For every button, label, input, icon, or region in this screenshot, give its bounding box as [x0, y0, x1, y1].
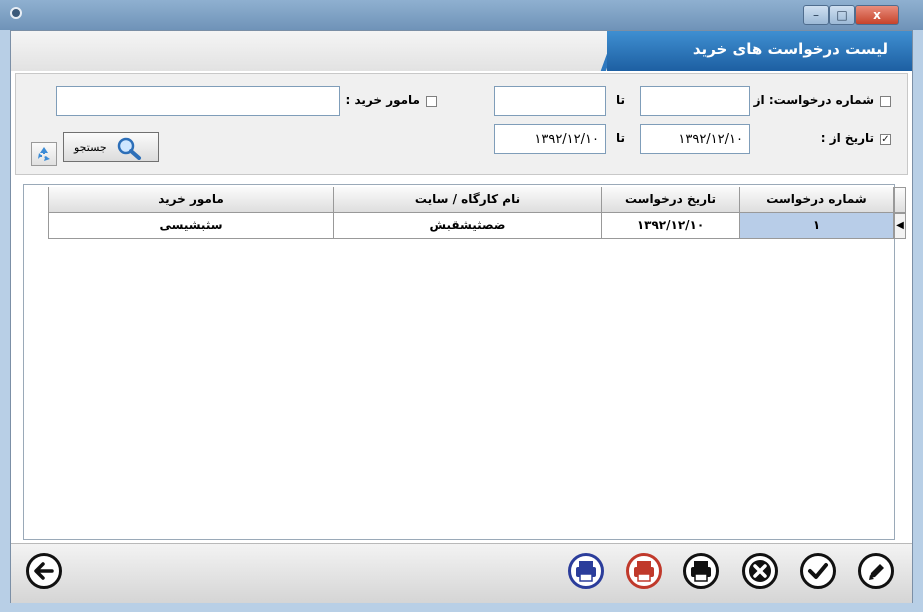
- request-to-label: تا: [616, 93, 626, 107]
- print-icon[interactable]: [682, 552, 720, 590]
- request-number-to-input[interactable]: [494, 86, 606, 116]
- requests-table[interactable]: مامور خرید نام کارگاه / سایت تاریخ درخوا…: [23, 184, 906, 540]
- print-red-icon[interactable]: [625, 552, 663, 590]
- buyer-checkbox[interactable]: [426, 96, 437, 107]
- cancel-icon[interactable]: [741, 552, 779, 590]
- table-row[interactable]: سثبشیسی ضصثیشقبش ۱۳۹۲/۱۲/۱۰ ۱: [48, 213, 894, 239]
- column-header-site[interactable]: نام کارگاه / سایت: [334, 187, 602, 213]
- search-button[interactable]: جستجو: [63, 132, 159, 162]
- header-band: لیست درخواست های خرید: [11, 31, 912, 71]
- confirm-icon[interactable]: [799, 552, 837, 590]
- application-window: – □ x لیست درخواست های خرید شماره درخواس…: [0, 0, 923, 612]
- title-bar[interactable]: – □ x: [0, 0, 923, 30]
- date-from-input[interactable]: [640, 124, 750, 154]
- page-title: لیست درخواست های خرید: [692, 40, 888, 58]
- bottom-toolbar: [11, 543, 912, 603]
- header-title-box: لیست درخواست های خرید: [607, 31, 912, 71]
- reset-button[interactable]: [31, 142, 57, 166]
- buyer-input[interactable]: [56, 86, 340, 116]
- edit-icon[interactable]: [857, 552, 895, 590]
- row-selector[interactable]: ◀: [894, 213, 906, 239]
- date-checkbox[interactable]: ✓: [880, 134, 891, 145]
- column-header-number[interactable]: شماره درخواست: [740, 187, 894, 213]
- request-number-label: شماره درخواست: از: [753, 93, 874, 107]
- minimize-button[interactable]: –: [803, 5, 829, 25]
- app-icon[interactable]: [10, 7, 22, 19]
- row-selector-header: [894, 187, 906, 213]
- cell-buyer[interactable]: سثبشیسی: [48, 213, 334, 239]
- recycle-icon: [38, 147, 50, 161]
- maximize-button[interactable]: □: [829, 5, 855, 25]
- column-header-buyer[interactable]: مامور خرید: [48, 187, 334, 213]
- request-number-from-input[interactable]: [640, 86, 750, 116]
- form-client-area: لیست درخواست های خرید شماره درخواست: از …: [10, 30, 913, 603]
- date-to-label: تا: [616, 131, 626, 145]
- date-from-label: تاریخ از :: [820, 131, 874, 145]
- table-header: مامور خرید نام کارگاه / سایت تاریخ درخوا…: [48, 187, 894, 213]
- cell-number[interactable]: ۱: [740, 213, 894, 239]
- request-number-checkbox[interactable]: [880, 96, 891, 107]
- date-to-input[interactable]: [494, 124, 606, 154]
- cell-date[interactable]: ۱۳۹۲/۱۲/۱۰: [602, 213, 740, 239]
- search-button-label: جستجو: [74, 141, 107, 154]
- buyer-label: مامور خرید :: [345, 93, 420, 107]
- close-button[interactable]: x: [855, 5, 899, 25]
- print-blue-icon[interactable]: [567, 552, 605, 590]
- back-icon[interactable]: [25, 552, 63, 590]
- search-icon: [117, 137, 141, 160]
- cell-site[interactable]: ضصثیشقبش: [334, 213, 602, 239]
- column-header-date[interactable]: تاریخ درخواست: [602, 187, 740, 213]
